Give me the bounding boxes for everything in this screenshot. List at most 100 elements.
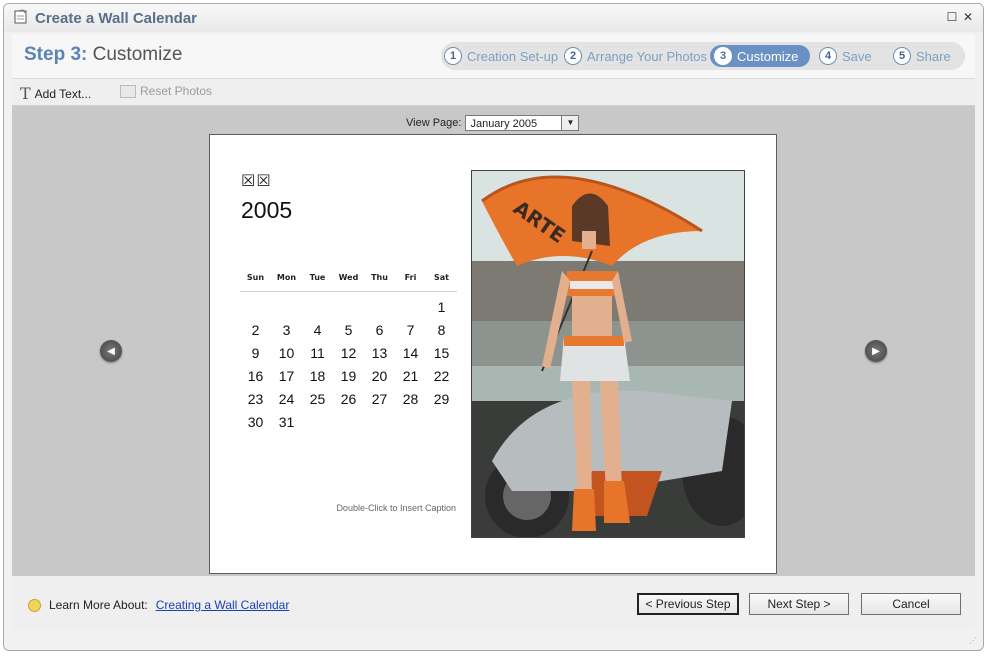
calendar-day: 13 — [371, 345, 388, 361]
close-icon[interactable]: ✕ — [961, 10, 975, 24]
calendar-day — [395, 296, 426, 319]
calendar-day — [395, 411, 426, 434]
calendar-day: 10 — [278, 345, 295, 361]
caption-placeholder[interactable]: Double-Click to Insert Caption — [330, 503, 456, 513]
calendar-day: 26 — [340, 391, 357, 407]
restore-icon[interactable]: ☐ — [945, 10, 959, 24]
step-number-badge: 2 — [564, 47, 582, 65]
reset-photos-label: Reset Photos — [140, 84, 213, 98]
footer-bar: Learn More About: Creating a Wall Calend… — [12, 577, 975, 629]
calendar-day: 27 — [371, 391, 388, 407]
add-text-label: Add Text... — [34, 86, 92, 101]
calendar-day — [240, 296, 271, 319]
calendar-day: 17 — [278, 368, 295, 384]
calendar-day: 18 — [309, 368, 326, 384]
weekday-header: Tue — [302, 273, 333, 292]
step-number-badge: 3 — [714, 47, 732, 65]
view-page-label: View Page: — [406, 117, 462, 129]
calendar-page: ☒☒ 2005 Sun Mon Tue Wed Thu Fri Sat 1 2 3 4 5 6 7 8 9 10… — [209, 134, 777, 574]
reset-photos-button[interactable]: Reset Photos — [120, 84, 212, 98]
step-save[interactable]: 4 Save — [819, 45, 872, 67]
step-label: Creation Set-up — [467, 48, 559, 64]
window-title: Create a Wall Calendar — [35, 10, 198, 27]
step-number-badge: 5 — [893, 47, 911, 65]
calendar-photo[interactable]: ARTE — [471, 170, 745, 538]
step-share[interactable]: 5 Share — [893, 45, 951, 67]
calendar-day: 14 — [402, 345, 419, 361]
learn-more: Learn More About: Creating a Wall Calend… — [28, 598, 289, 612]
calendar-day: 11 — [310, 345, 325, 361]
app-icon — [14, 9, 27, 24]
calendar-day — [271, 296, 302, 319]
step-creation-setup[interactable]: 1 Creation Set-up — [444, 45, 558, 67]
step-label: Customize — [737, 48, 799, 64]
step-number: Step 3: — [24, 44, 88, 65]
title-bar: Create a Wall Calendar ☐ ✕ — [4, 4, 983, 32]
calendar-day: 23 — [247, 391, 264, 407]
view-page-value: January 2005 — [470, 118, 538, 130]
calendar-day: 16 — [247, 368, 264, 384]
step-label: Share — [916, 48, 951, 64]
step-bar: Step 3: Customize 1 Creation Set-up 2 Ar… — [12, 34, 975, 79]
calendar-day — [333, 411, 364, 434]
reset-photos-icon — [120, 84, 136, 98]
step-label: Arrange Your Photos — [587, 48, 707, 64]
cancel-button[interactable]: Cancel — [861, 593, 961, 615]
calendar-day — [426, 411, 457, 434]
calendar-day — [364, 411, 395, 434]
calendar-day: 22 — [433, 368, 450, 384]
toolbar: T Add Text... Reset Photos — [12, 79, 975, 106]
weekday-header: Thu — [364, 273, 395, 292]
step-arrange-photos[interactable]: 2 Arrange Your Photos — [564, 45, 707, 67]
wizard-window: Create a Wall Calendar ☐ ✕ Step 3: Custo… — [3, 3, 984, 651]
weekday-header: Mon — [271, 273, 302, 292]
text-icon: T — [20, 84, 31, 103]
chevron-down-icon: ▼ — [561, 116, 579, 130]
weekday-header: Sun — [240, 273, 271, 292]
step-progress: 1 Creation Set-up 2 Arrange Your Photos … — [441, 42, 965, 70]
learn-more-link[interactable]: Creating a Wall Calendar — [156, 598, 290, 612]
previous-step-button[interactable]: < Previous Step — [637, 593, 739, 615]
resize-grip-icon[interactable]: ⋰ — [969, 636, 979, 646]
month-name[interactable]: ☒☒ — [241, 171, 272, 190]
calendar-grid: Sun Mon Tue Wed Thu Fri Sat 1 2 3 4 5 6 7 8 9 10 11 12 13 14… — [240, 273, 457, 434]
calendar-day: 1 — [437, 299, 446, 315]
calendar-day: 6 — [375, 322, 384, 338]
calendar-day: 25 — [309, 391, 326, 407]
calendar-day — [302, 411, 333, 434]
next-page-arrow-icon[interactable]: ▶ — [865, 340, 887, 362]
previous-page-arrow-icon[interactable]: ◀ — [100, 340, 122, 362]
calendar-day: 31 — [278, 414, 295, 430]
calendar-day: 28 — [402, 391, 419, 407]
calendar-day — [302, 296, 333, 319]
weekday-header: Wed — [333, 273, 364, 292]
calendar-day: 3 — [282, 322, 291, 338]
calendar-day: 2 — [251, 322, 260, 338]
calendar-day — [364, 296, 395, 319]
step-number-badge: 4 — [819, 47, 837, 65]
calendar-day: 7 — [406, 322, 415, 338]
step-label: Save — [842, 48, 872, 64]
step-heading: Step 3: Customize — [24, 44, 182, 66]
calendar-day: 8 — [437, 322, 446, 338]
step-customize[interactable]: 3 Customize — [710, 45, 811, 67]
weekday-header: Sat — [426, 273, 457, 292]
calendar-day: 29 — [433, 391, 450, 407]
calendar-year[interactable]: 2005 — [241, 197, 292, 224]
next-step-button[interactable]: Next Step > — [749, 593, 849, 615]
view-page-select[interactable]: January 2005 ▼ — [465, 115, 580, 131]
add-text-button[interactable]: T Add Text... — [20, 84, 91, 103]
calendar-day: 9 — [251, 345, 260, 361]
learn-more-label: Learn More About: — [49, 598, 148, 612]
calendar-day: 20 — [371, 368, 388, 384]
preview-area: View Page: January 2005 ▼ ◀ ▶ ☒☒ 2005 Su… — [12, 106, 975, 576]
weekday-header: Fri — [395, 273, 426, 292]
photo-illustration: ARTE — [472, 171, 744, 537]
calendar-day — [333, 296, 364, 319]
calendar-day: 30 — [247, 414, 264, 430]
calendar-day: 4 — [313, 322, 322, 338]
view-page-control: View Page: January 2005 ▼ — [406, 115, 580, 131]
calendar-day: 19 — [340, 368, 357, 384]
step-number-badge: 1 — [444, 47, 462, 65]
calendar-day: 12 — [340, 345, 357, 361]
